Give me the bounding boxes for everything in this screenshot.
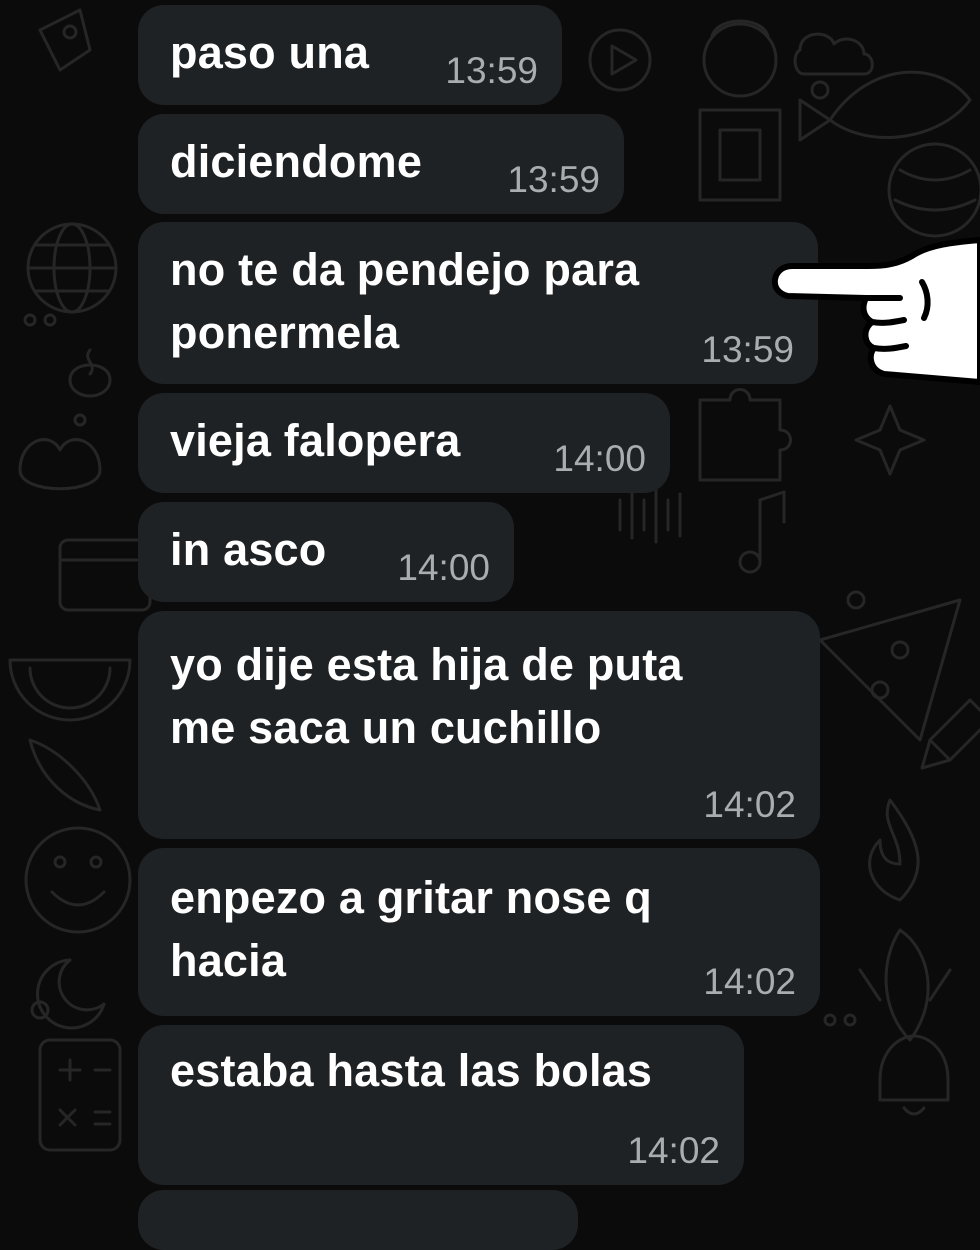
watermelon-doodle-icon [8,658,132,722]
ornament-doodle-icon [887,142,980,238]
message-text: enpezo a gritar nose q hacia [170,872,652,986]
message-text: paso una [170,27,370,78]
puzzle-doodle-icon [698,388,792,482]
message-bubble[interactable]: no te da pendejo para ponermela 13:59 [138,222,818,384]
play-button-doodle-icon [588,28,652,92]
calendar-doodle-icon [58,538,152,612]
message-timestamp: 14:00 [553,438,646,479]
star-doodle-icon [854,404,926,476]
message-bubble-partial [138,1190,578,1250]
crescent-doodle-icon [36,958,106,1030]
flame-doodle-icon [868,798,920,902]
message-text: in asco [170,524,327,575]
message-timestamp: 13:59 [507,159,600,200]
bunny-doodle-icon [18,438,102,491]
chili-doodle-icon [28,738,102,812]
bell-doodle-icon [878,1034,950,1116]
message-bubble[interactable]: vieja falopera 14:00 [138,393,670,493]
message-bubble[interactable]: in asco 14:00 [138,502,514,602]
globe-doodle-icon [26,222,118,314]
message-timestamp: 13:59 [445,50,538,91]
message-timestamp: 14:02 [627,1130,720,1171]
pizza-doodle-icon [818,598,962,742]
message-text: estaba hasta las bolas [170,1045,653,1096]
message-text: vieja falopera [170,415,461,466]
message-text: diciendome [170,136,423,187]
rocket-doodle-icon [38,8,92,72]
message-bubble[interactable]: paso una 13:59 [138,5,562,105]
corn-doodle-icon [858,928,952,1042]
chef-doodle-icon [698,19,782,202]
message-timestamp: 14:02 [703,961,796,1002]
message-timestamp: 14:00 [397,547,490,588]
message-bubble[interactable]: estaba hasta las bolas 14:02 [138,1025,744,1185]
lamp-doodle-icon [68,348,112,398]
smiley-doodle-icon [24,826,132,934]
message-text: yo dije esta hija de puta me saca un cuc… [170,639,683,753]
sound-wave-doodle-icon [618,486,682,544]
calculator-doodle-icon [38,1038,122,1152]
cloud-doodle-icon [793,32,874,76]
music-note-doodle-icon [738,490,786,574]
message-bubble[interactable]: enpezo a gritar nose q hacia 14:02 [138,848,820,1016]
message-bubble[interactable]: diciendome 13:59 [138,114,624,214]
message-timestamp: 14:02 [703,784,796,825]
pointing-hand-icon [771,237,980,385]
message-bubble[interactable]: yo dije esta hija de puta me saca un cuc… [138,611,820,839]
message-text: no te da pendejo para ponermela [170,244,640,358]
pencil-doodle-icon [920,698,980,770]
